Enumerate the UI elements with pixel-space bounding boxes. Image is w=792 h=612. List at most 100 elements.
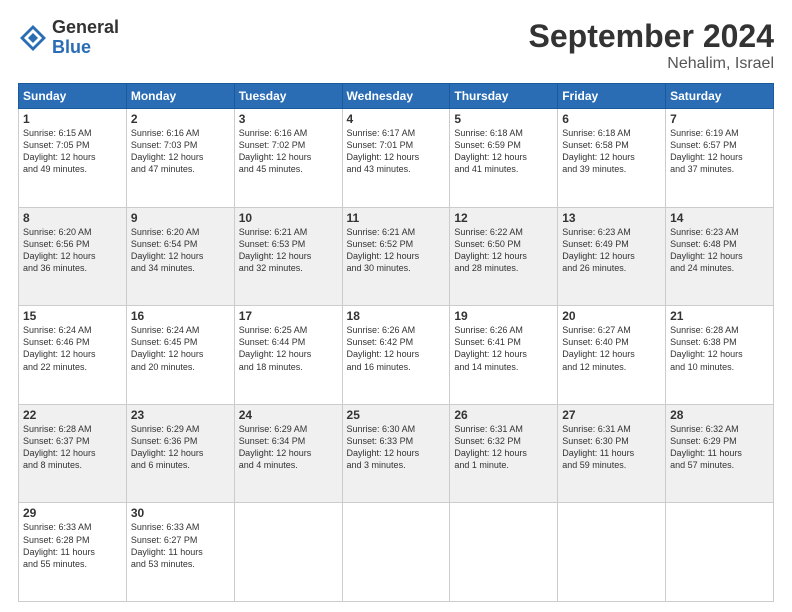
title-block: September 2024 Nehalim, Israel — [529, 18, 774, 73]
calendar-day-cell: 28Sunrise: 6:32 AM Sunset: 6:29 PM Dayli… — [666, 404, 774, 503]
day-number: 23 — [131, 408, 230, 422]
logo-icon — [18, 23, 48, 53]
calendar-day-cell: 15Sunrise: 6:24 AM Sunset: 6:46 PM Dayli… — [19, 306, 127, 405]
location-title: Nehalim, Israel — [529, 55, 774, 73]
calendar-day-cell: 12Sunrise: 6:22 AM Sunset: 6:50 PM Dayli… — [450, 207, 558, 306]
day-info: Sunrise: 6:15 AM Sunset: 7:05 PM Dayligh… — [23, 127, 122, 176]
day-number: 13 — [562, 211, 661, 225]
day-info: Sunrise: 6:18 AM Sunset: 6:59 PM Dayligh… — [454, 127, 553, 176]
day-info: Sunrise: 6:17 AM Sunset: 7:01 PM Dayligh… — [347, 127, 446, 176]
calendar-day-cell: 4Sunrise: 6:17 AM Sunset: 7:01 PM Daylig… — [342, 109, 450, 208]
calendar-day-cell: 5Sunrise: 6:18 AM Sunset: 6:59 PM Daylig… — [450, 109, 558, 208]
day-info: Sunrise: 6:21 AM Sunset: 6:52 PM Dayligh… — [347, 226, 446, 275]
calendar-day-cell — [234, 503, 342, 602]
calendar-day-header: Friday — [558, 84, 666, 109]
day-info: Sunrise: 6:27 AM Sunset: 6:40 PM Dayligh… — [562, 324, 661, 373]
calendar-week-row: 1Sunrise: 6:15 AM Sunset: 7:05 PM Daylig… — [19, 109, 774, 208]
month-title: September 2024 — [529, 18, 774, 55]
day-info: Sunrise: 6:32 AM Sunset: 6:29 PM Dayligh… — [670, 423, 769, 472]
day-info: Sunrise: 6:31 AM Sunset: 6:32 PM Dayligh… — [454, 423, 553, 472]
day-number: 19 — [454, 309, 553, 323]
day-number: 20 — [562, 309, 661, 323]
day-info: Sunrise: 6:26 AM Sunset: 6:41 PM Dayligh… — [454, 324, 553, 373]
calendar-day-cell: 25Sunrise: 6:30 AM Sunset: 6:33 PM Dayli… — [342, 404, 450, 503]
header: General Blue September 2024 Nehalim, Isr… — [18, 18, 774, 73]
day-info: Sunrise: 6:24 AM Sunset: 6:45 PM Dayligh… — [131, 324, 230, 373]
calendar-day-cell: 16Sunrise: 6:24 AM Sunset: 6:45 PM Dayli… — [126, 306, 234, 405]
day-info: Sunrise: 6:25 AM Sunset: 6:44 PM Dayligh… — [239, 324, 338, 373]
calendar-day-cell: 19Sunrise: 6:26 AM Sunset: 6:41 PM Dayli… — [450, 306, 558, 405]
calendar-day-cell: 27Sunrise: 6:31 AM Sunset: 6:30 PM Dayli… — [558, 404, 666, 503]
calendar-day-cell: 29Sunrise: 6:33 AM Sunset: 6:28 PM Dayli… — [19, 503, 127, 602]
day-number: 29 — [23, 506, 122, 520]
day-info: Sunrise: 6:21 AM Sunset: 6:53 PM Dayligh… — [239, 226, 338, 275]
calendar-day-header: Monday — [126, 84, 234, 109]
day-info: Sunrise: 6:23 AM Sunset: 6:48 PM Dayligh… — [670, 226, 769, 275]
day-info: Sunrise: 6:26 AM Sunset: 6:42 PM Dayligh… — [347, 324, 446, 373]
calendar-day-cell: 22Sunrise: 6:28 AM Sunset: 6:37 PM Dayli… — [19, 404, 127, 503]
day-info: Sunrise: 6:31 AM Sunset: 6:30 PM Dayligh… — [562, 423, 661, 472]
day-number: 4 — [347, 112, 446, 126]
day-number: 14 — [670, 211, 769, 225]
calendar-day-cell: 17Sunrise: 6:25 AM Sunset: 6:44 PM Dayli… — [234, 306, 342, 405]
day-number: 3 — [239, 112, 338, 126]
calendar-day-cell: 20Sunrise: 6:27 AM Sunset: 6:40 PM Dayli… — [558, 306, 666, 405]
day-number: 17 — [239, 309, 338, 323]
day-number: 8 — [23, 211, 122, 225]
calendar-day-header: Sunday — [19, 84, 127, 109]
day-number: 27 — [562, 408, 661, 422]
logo-text: General Blue — [52, 18, 119, 58]
calendar-day-cell: 8Sunrise: 6:20 AM Sunset: 6:56 PM Daylig… — [19, 207, 127, 306]
day-number: 1 — [23, 112, 122, 126]
logo-blue-text: Blue — [52, 38, 119, 58]
day-info: Sunrise: 6:20 AM Sunset: 6:54 PM Dayligh… — [131, 226, 230, 275]
calendar-day-cell: 18Sunrise: 6:26 AM Sunset: 6:42 PM Dayli… — [342, 306, 450, 405]
day-number: 18 — [347, 309, 446, 323]
day-info: Sunrise: 6:30 AM Sunset: 6:33 PM Dayligh… — [347, 423, 446, 472]
calendar-day-cell: 9Sunrise: 6:20 AM Sunset: 6:54 PM Daylig… — [126, 207, 234, 306]
day-number: 6 — [562, 112, 661, 126]
calendar-day-cell: 10Sunrise: 6:21 AM Sunset: 6:53 PM Dayli… — [234, 207, 342, 306]
day-info: Sunrise: 6:22 AM Sunset: 6:50 PM Dayligh… — [454, 226, 553, 275]
logo-general-text: General — [52, 18, 119, 38]
calendar-day-cell: 3Sunrise: 6:16 AM Sunset: 7:02 PM Daylig… — [234, 109, 342, 208]
calendar-day-cell: 23Sunrise: 6:29 AM Sunset: 6:36 PM Dayli… — [126, 404, 234, 503]
day-number: 26 — [454, 408, 553, 422]
day-number: 7 — [670, 112, 769, 126]
day-info: Sunrise: 6:18 AM Sunset: 6:58 PM Dayligh… — [562, 127, 661, 176]
calendar-week-row: 29Sunrise: 6:33 AM Sunset: 6:28 PM Dayli… — [19, 503, 774, 602]
calendar-day-cell: 24Sunrise: 6:29 AM Sunset: 6:34 PM Dayli… — [234, 404, 342, 503]
day-number: 12 — [454, 211, 553, 225]
page: General Blue September 2024 Nehalim, Isr… — [0, 0, 792, 612]
day-info: Sunrise: 6:28 AM Sunset: 6:37 PM Dayligh… — [23, 423, 122, 472]
calendar-week-row: 8Sunrise: 6:20 AM Sunset: 6:56 PM Daylig… — [19, 207, 774, 306]
day-number: 21 — [670, 309, 769, 323]
day-info: Sunrise: 6:23 AM Sunset: 6:49 PM Dayligh… — [562, 226, 661, 275]
calendar-day-cell: 7Sunrise: 6:19 AM Sunset: 6:57 PM Daylig… — [666, 109, 774, 208]
calendar-week-row: 22Sunrise: 6:28 AM Sunset: 6:37 PM Dayli… — [19, 404, 774, 503]
day-info: Sunrise: 6:29 AM Sunset: 6:34 PM Dayligh… — [239, 423, 338, 472]
day-number: 11 — [347, 211, 446, 225]
calendar-day-cell: 14Sunrise: 6:23 AM Sunset: 6:48 PM Dayli… — [666, 207, 774, 306]
day-info: Sunrise: 6:29 AM Sunset: 6:36 PM Dayligh… — [131, 423, 230, 472]
calendar-day-cell — [558, 503, 666, 602]
calendar-day-header: Wednesday — [342, 84, 450, 109]
day-number: 9 — [131, 211, 230, 225]
calendar-day-cell: 13Sunrise: 6:23 AM Sunset: 6:49 PM Dayli… — [558, 207, 666, 306]
day-info: Sunrise: 6:33 AM Sunset: 6:27 PM Dayligh… — [131, 521, 230, 570]
day-info: Sunrise: 6:19 AM Sunset: 6:57 PM Dayligh… — [670, 127, 769, 176]
calendar-day-cell: 2Sunrise: 6:16 AM Sunset: 7:03 PM Daylig… — [126, 109, 234, 208]
calendar-day-cell — [342, 503, 450, 602]
calendar-week-row: 15Sunrise: 6:24 AM Sunset: 6:46 PM Dayli… — [19, 306, 774, 405]
day-info: Sunrise: 6:16 AM Sunset: 7:03 PM Dayligh… — [131, 127, 230, 176]
day-number: 5 — [454, 112, 553, 126]
day-number: 2 — [131, 112, 230, 126]
calendar-day-cell — [666, 503, 774, 602]
day-number: 22 — [23, 408, 122, 422]
calendar-header-row: SundayMondayTuesdayWednesdayThursdayFrid… — [19, 84, 774, 109]
calendar-day-cell: 11Sunrise: 6:21 AM Sunset: 6:52 PM Dayli… — [342, 207, 450, 306]
calendar-day-cell — [450, 503, 558, 602]
day-info: Sunrise: 6:20 AM Sunset: 6:56 PM Dayligh… — [23, 226, 122, 275]
day-number: 15 — [23, 309, 122, 323]
day-number: 10 — [239, 211, 338, 225]
